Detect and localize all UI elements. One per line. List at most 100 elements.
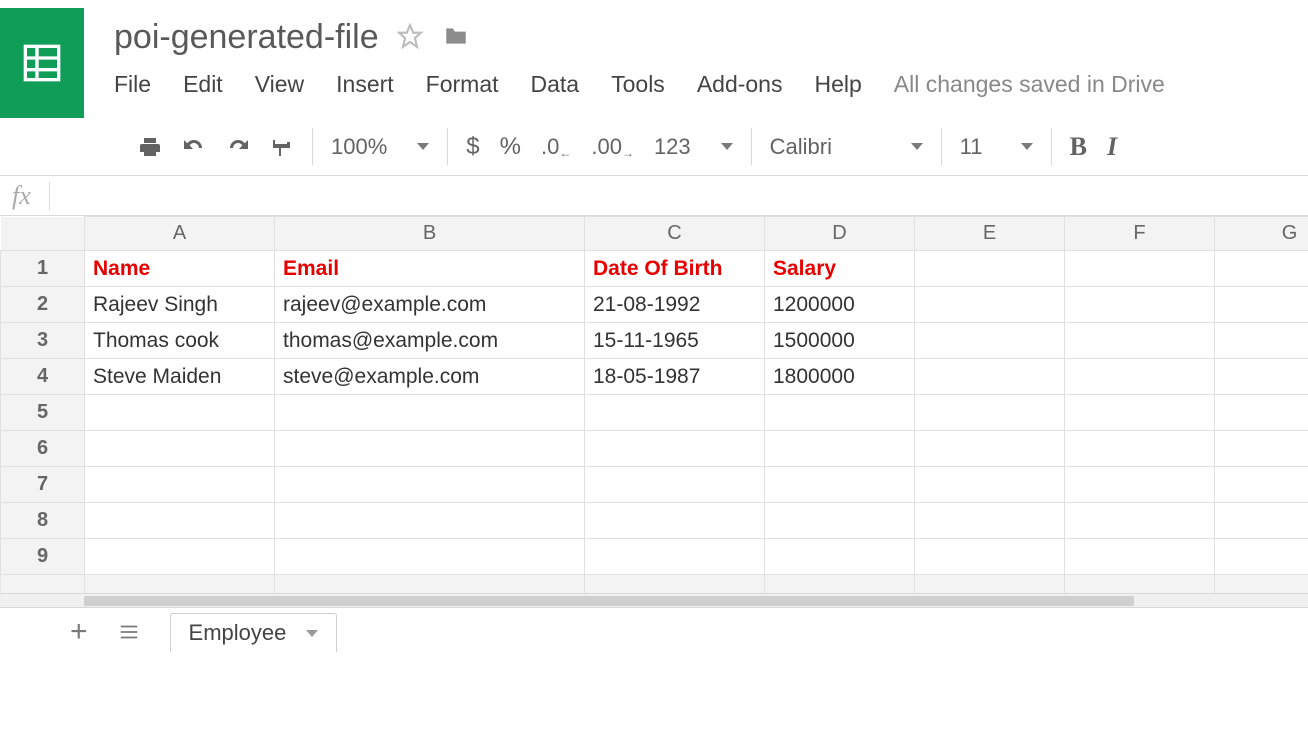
increase-decimal-button[interactable]: .00→ <box>591 134 634 160</box>
cell-b1[interactable]: Email <box>275 251 585 287</box>
cell-b2[interactable]: rajeev@example.com <box>275 287 585 323</box>
sheet-tab-dropdown-icon[interactable] <box>306 630 318 637</box>
cell-d4[interactable]: 1800000 <box>765 359 915 395</box>
cell-f5[interactable] <box>1065 395 1215 431</box>
cell-b8[interactable] <box>275 503 585 539</box>
cell-a6[interactable] <box>85 431 275 467</box>
cell-f7[interactable] <box>1065 467 1215 503</box>
cell-a8[interactable] <box>85 503 275 539</box>
cell-g4[interactable] <box>1215 359 1308 395</box>
cell-d8[interactable] <box>765 503 915 539</box>
cell-c8[interactable] <box>585 503 765 539</box>
undo-button[interactable] <box>182 135 206 159</box>
font-family-select[interactable]: Calibri <box>770 134 832 160</box>
cell-g7[interactable] <box>1215 467 1308 503</box>
document-title[interactable]: poi-generated-file <box>114 18 379 57</box>
font-size-dropdown-icon[interactable] <box>1021 143 1033 150</box>
cell-a7[interactable] <box>85 467 275 503</box>
menu-help[interactable]: Help <box>814 71 861 98</box>
cell-f6[interactable] <box>1065 431 1215 467</box>
cell-b3[interactable]: thomas@example.com <box>275 323 585 359</box>
cell-c2[interactable]: 21-08-1992 <box>585 287 765 323</box>
col-header-a[interactable]: A <box>85 217 275 251</box>
row-header-1[interactable]: 1 <box>1 251 85 287</box>
star-icon[interactable] <box>397 23 423 52</box>
cell-f9[interactable] <box>1065 539 1215 575</box>
percent-button[interactable]: % <box>500 133 521 161</box>
cell-e1[interactable] <box>915 251 1065 287</box>
cell-e6[interactable] <box>915 431 1065 467</box>
zoom-dropdown-icon[interactable] <box>417 143 429 150</box>
bold-button[interactable]: B <box>1070 132 1087 162</box>
sheets-app-icon[interactable] <box>0 8 84 118</box>
print-button[interactable] <box>138 135 162 159</box>
cell-a3[interactable]: Thomas cook <box>85 323 275 359</box>
menu-addons[interactable]: Add-ons <box>697 71 783 98</box>
menu-file[interactable]: File <box>114 71 151 98</box>
row-header-9[interactable]: 9 <box>1 539 85 575</box>
num-format-dropdown-icon[interactable] <box>721 143 733 150</box>
add-sheet-button[interactable]: + <box>70 615 88 649</box>
cell-c4[interactable]: 18-05-1987 <box>585 359 765 395</box>
cell-d1[interactable]: Salary <box>765 251 915 287</box>
menu-data[interactable]: Data <box>531 71 580 98</box>
cell-f1[interactable] <box>1065 251 1215 287</box>
cell-c7[interactable] <box>585 467 765 503</box>
cell-c9[interactable] <box>585 539 765 575</box>
font-family-dropdown-icon[interactable] <box>911 143 923 150</box>
all-sheets-button[interactable] <box>118 621 140 643</box>
cell-f4[interactable] <box>1065 359 1215 395</box>
cell-a2[interactable]: Rajeev Singh <box>85 287 275 323</box>
cell-d6[interactable] <box>765 431 915 467</box>
cell-c3[interactable]: 15-11-1965 <box>585 323 765 359</box>
paint-format-button[interactable] <box>270 135 294 159</box>
cell-e8[interactable] <box>915 503 1065 539</box>
scrollbar-thumb[interactable] <box>84 596 1134 606</box>
cell-a5[interactable] <box>85 395 275 431</box>
sheet-tab-employee[interactable]: Employee <box>170 613 338 652</box>
row-header-partial[interactable] <box>1 575 85 593</box>
cell-f2[interactable] <box>1065 287 1215 323</box>
folder-icon[interactable] <box>441 23 471 52</box>
cell-d9[interactable] <box>765 539 915 575</box>
cell-g8[interactable] <box>1215 503 1308 539</box>
cell-g5[interactable] <box>1215 395 1308 431</box>
menu-view[interactable]: View <box>255 71 304 98</box>
cell-g9[interactable] <box>1215 539 1308 575</box>
cell-a9[interactable] <box>85 539 275 575</box>
select-all-corner[interactable] <box>1 217 85 251</box>
font-size-select[interactable]: 11 <box>960 134 983 160</box>
row-header-5[interactable]: 5 <box>1 395 85 431</box>
cell-e9[interactable] <box>915 539 1065 575</box>
cell-f8[interactable] <box>1065 503 1215 539</box>
cell-e7[interactable] <box>915 467 1065 503</box>
menu-tools[interactable]: Tools <box>611 71 665 98</box>
col-header-f[interactable]: F <box>1065 217 1215 251</box>
italic-button[interactable]: I <box>1107 132 1117 162</box>
row-header-8[interactable]: 8 <box>1 503 85 539</box>
cell-e4[interactable] <box>915 359 1065 395</box>
row-header-4[interactable]: 4 <box>1 359 85 395</box>
horizontal-scrollbar[interactable] <box>0 593 1308 607</box>
cell-g3[interactable] <box>1215 323 1308 359</box>
cell-g1[interactable] <box>1215 251 1308 287</box>
row-header-2[interactable]: 2 <box>1 287 85 323</box>
col-header-g[interactable]: G <box>1215 217 1308 251</box>
menu-edit[interactable]: Edit <box>183 71 223 98</box>
cell-d2[interactable]: 1200000 <box>765 287 915 323</box>
cell-a4[interactable]: Steve Maiden <box>85 359 275 395</box>
cell-b6[interactable] <box>275 431 585 467</box>
cell-c5[interactable] <box>585 395 765 431</box>
cell-d5[interactable] <box>765 395 915 431</box>
cell-b9[interactable] <box>275 539 585 575</box>
cell-b7[interactable] <box>275 467 585 503</box>
cell-e3[interactable] <box>915 323 1065 359</box>
cell-f3[interactable] <box>1065 323 1215 359</box>
cell-c1[interactable]: Date Of Birth <box>585 251 765 287</box>
cell-b4[interactable]: steve@example.com <box>275 359 585 395</box>
currency-button[interactable]: $ <box>466 133 479 161</box>
decrease-decimal-button[interactable]: .0← <box>541 134 571 160</box>
row-header-7[interactable]: 7 <box>1 467 85 503</box>
menu-format[interactable]: Format <box>426 71 499 98</box>
cell-b5[interactable] <box>275 395 585 431</box>
